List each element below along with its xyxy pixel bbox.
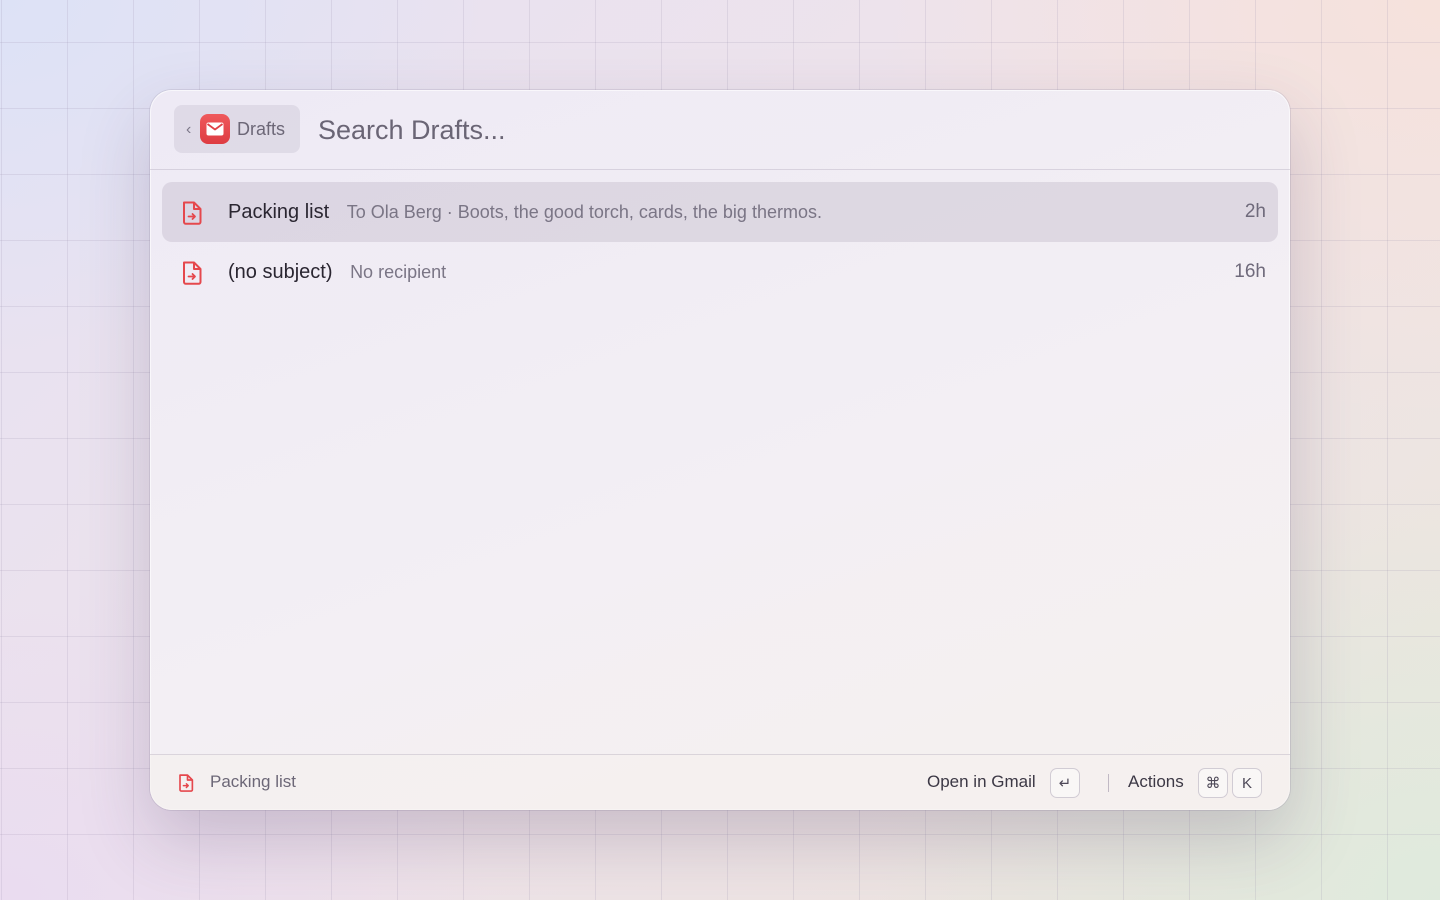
gmail-icon <box>200 114 230 144</box>
actions-button[interactable]: Actions <box>1128 772 1184 792</box>
divider <box>1108 774 1109 792</box>
open-in-gmail-button[interactable]: Open in Gmail <box>927 772 1036 792</box>
selected-item-title: Packing list <box>210 772 296 791</box>
list-item[interactable]: Packing list To Ola Berg · Boots, the go… <box>162 182 1278 242</box>
list-item[interactable]: (no subject) No recipient 16h <box>162 242 1278 302</box>
draft-title: (no subject) <box>228 260 333 283</box>
drafts-list: Packing list To Ola Berg · Boots, the go… <box>162 182 1278 302</box>
back-button[interactable]: ‹ Drafts <box>174 105 300 153</box>
draft-time: 2h <box>1244 201 1266 222</box>
back-label: Drafts <box>237 118 286 139</box>
draft-document-icon <box>180 260 204 291</box>
launcher-window: ‹ Drafts Packing list To Ola <box>150 90 1290 810</box>
draft-document-icon <box>180 200 204 231</box>
return-key-icon: ↵ <box>1050 768 1080 798</box>
search-bar: ‹ Drafts <box>150 90 1290 170</box>
draft-subtitle: No recipient <box>350 261 447 282</box>
search-input[interactable] <box>318 110 1218 150</box>
command-key-icon: ⌘ <box>1198 768 1228 798</box>
action-bar: Packing list Open in Gmail ↵ Actions ⌘ K <box>150 754 1290 810</box>
draft-time: 16h <box>1234 261 1266 282</box>
draft-document-icon <box>177 773 195 798</box>
k-key: K <box>1232 768 1262 798</box>
draft-subtitle: To Ola Berg · Boots, the good torch, car… <box>346 201 822 222</box>
chevron-left-icon: ‹ <box>186 121 192 138</box>
draft-title: Packing list <box>228 200 330 223</box>
